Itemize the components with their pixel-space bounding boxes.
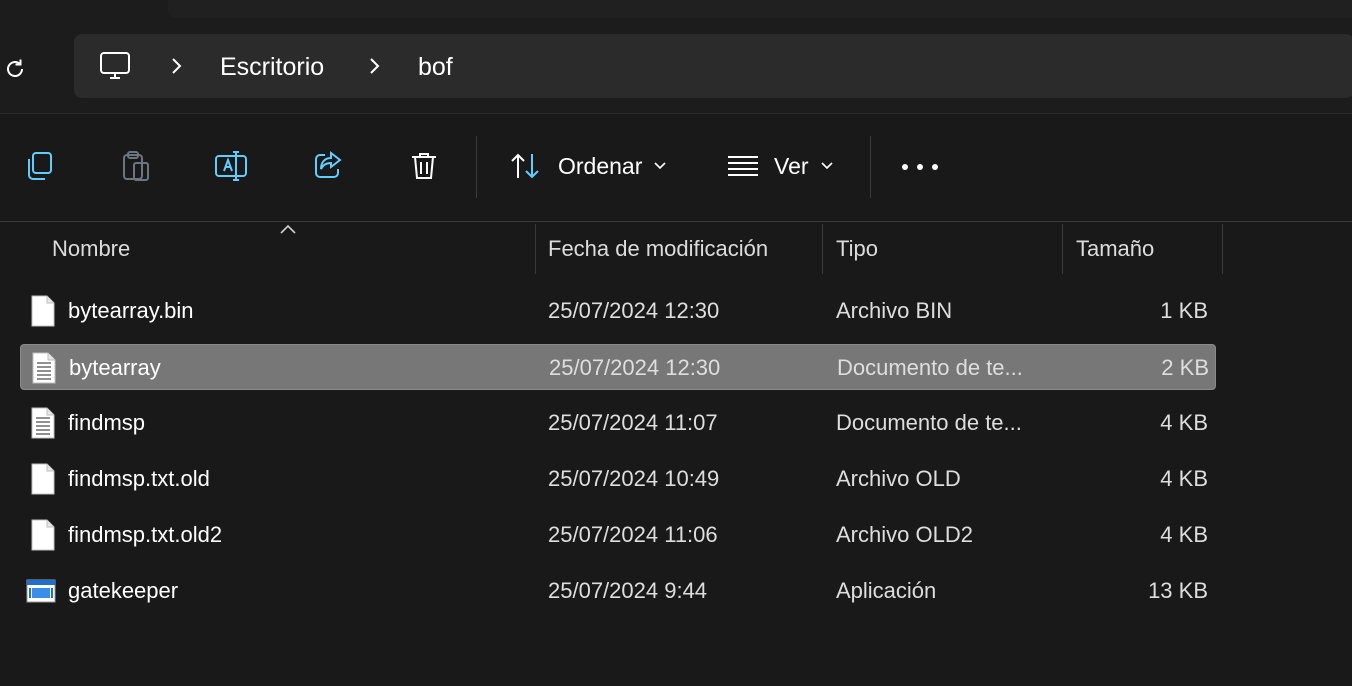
view-button[interactable]: Ver: [726, 148, 833, 184]
more-icon[interactable]: [902, 160, 938, 174]
this-pc-icon[interactable]: [98, 50, 132, 82]
file-type: Documento de te...: [836, 410, 1022, 435]
file-modified: 25/07/2024 10:49: [548, 466, 720, 491]
command-bar: Ordenar Ver: [0, 114, 1352, 222]
file-row[interactable]: bytearray 25/07/2024 12:30 Documento de te…: [20, 344, 1216, 390]
chevron-down-icon: [820, 162, 833, 170]
delete-icon[interactable]: [406, 148, 442, 184]
toolbar-separator: [870, 136, 871, 198]
column-header-name[interactable]: Nombre: [52, 236, 130, 262]
file-row[interactable]: findmsp 25/07/2024 11:07 Documento de te..…: [20, 400, 1216, 446]
column-header-type[interactable]: Tipo: [836, 236, 878, 262]
column-divider[interactable]: [1222, 224, 1223, 274]
application-icon: [26, 576, 56, 610]
file-type: Archivo OLD2: [836, 522, 973, 547]
file-size: 4 KB: [1160, 410, 1208, 435]
file-type: Archivo OLD: [836, 466, 961, 491]
file-row[interactable]: findmsp.txt.old 25/07/2024 10:49 Archivo O…: [20, 456, 1216, 502]
file-name: findmsp: [68, 410, 146, 435]
address-bar[interactable]: Escritorio bof: [74, 34, 1352, 98]
blank-file-icon: [30, 518, 56, 552]
file-type: Documento de te...: [837, 355, 1023, 380]
address-row: Escritorio bof: [0, 18, 1352, 114]
file-size: 4 KB: [1160, 466, 1208, 491]
sort-icon: [511, 153, 539, 179]
copy-icon[interactable]: [22, 148, 58, 184]
view-label: Ver: [774, 152, 809, 179]
file-size: 4 KB: [1160, 522, 1208, 547]
column-header-row: Nombre Fecha de modificación Tipo Tamaño: [0, 222, 1352, 274]
blank-file-icon: [30, 462, 56, 496]
file-size: 13 KB: [1148, 578, 1208, 603]
text-file-icon: [30, 406, 56, 440]
sort-button[interactable]: Ordenar: [508, 148, 666, 184]
file-name: findmsp.txt.old2: [68, 522, 223, 547]
file-name: gatekeeper: [68, 578, 179, 603]
sort-label: Ordenar: [558, 152, 643, 179]
sort-ascending-icon: [280, 224, 296, 234]
breadcrumb-bof[interactable]: bof: [418, 53, 453, 82]
column-header-size[interactable]: Tamaño: [1076, 236, 1154, 262]
file-modified: 25/07/2024 9:44: [548, 578, 708, 603]
rename-icon[interactable]: [214, 148, 250, 184]
share-icon[interactable]: [310, 148, 346, 184]
column-header-modified[interactable]: Fecha de modificación: [548, 236, 768, 262]
column-divider[interactable]: [1062, 224, 1063, 274]
file-row[interactable]: gatekeeper 25/07/2024 9:44 Aplicación 13 KB: [20, 568, 1216, 614]
file-name: bytearray.bin: [68, 298, 194, 323]
file-size: 2 KB: [1161, 355, 1209, 380]
file-type: Archivo BIN: [836, 298, 953, 323]
file-name: bytearray: [69, 355, 161, 380]
paste-icon[interactable]: [118, 148, 154, 184]
file-row[interactable]: findmsp.txt.old2 25/07/2024 11:06 Archivo …: [20, 512, 1216, 558]
file-row[interactable]: bytearray.bin 25/07/2024 12:30 Archivo BIN…: [20, 288, 1216, 334]
text-file-icon: [31, 351, 57, 385]
column-divider[interactable]: [535, 224, 536, 274]
file-modified: 25/07/2024 12:30: [548, 298, 720, 323]
file-name: findmsp.txt.old: [68, 466, 210, 491]
breadcrumb-escritorio[interactable]: Escritorio: [220, 53, 324, 82]
file-size: 1 KB: [1160, 298, 1208, 323]
blank-file-icon: [30, 294, 56, 328]
file-modified: 25/07/2024 11:06: [548, 522, 718, 547]
view-icon: [728, 156, 758, 176]
chevron-right-icon[interactable]: [170, 54, 184, 78]
file-type: Aplicación: [836, 578, 937, 603]
tab-edge: [168, 0, 1352, 18]
title-strip: [0, 0, 1352, 18]
file-modified: 25/07/2024 12:30: [549, 355, 721, 380]
refresh-icon[interactable]: [0, 54, 30, 84]
column-divider[interactable]: [822, 224, 823, 274]
file-modified: 25/07/2024 11:07: [548, 410, 718, 435]
chevron-down-icon: [654, 162, 666, 170]
toolbar-separator: [476, 136, 477, 198]
chevron-right-icon[interactable]: [368, 54, 382, 78]
